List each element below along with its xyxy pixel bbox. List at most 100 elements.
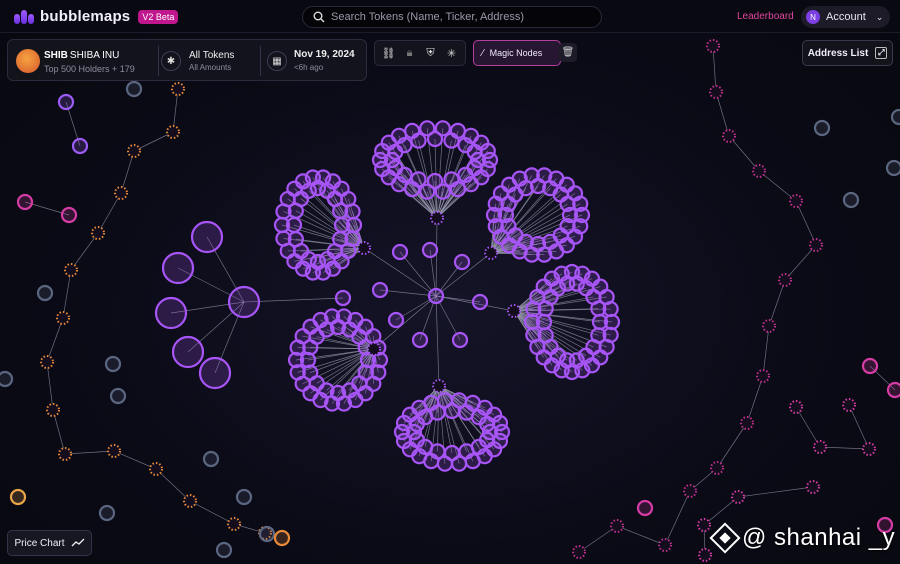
wallet-bubble[interactable] (484, 246, 498, 260)
trash-icon[interactable]: 🗑︎ (559, 43, 577, 62)
wallet-bubble[interactable] (809, 238, 823, 252)
wallet-bubble[interactable] (46, 403, 60, 417)
wallet-bubble[interactable] (426, 130, 444, 148)
wallet-bubble[interactable] (227, 517, 241, 531)
wallet-bubble[interactable] (443, 444, 461, 462)
price-chart-button[interactable]: Price Chart (7, 530, 92, 556)
wallet-bubble[interactable] (227, 285, 261, 319)
wallet-bubble[interactable] (36, 284, 54, 302)
snapshot-date[interactable]: Nov 19, 2024 (294, 49, 355, 60)
wallet-bubble[interactable] (171, 82, 185, 96)
wallet-bubble[interactable] (98, 504, 116, 522)
wallet-bubble[interactable] (333, 216, 351, 234)
wallet-bubble[interactable] (64, 263, 78, 277)
shield-icon[interactable]: ⛨ (423, 47, 439, 60)
wallet-bubble[interactable] (842, 191, 860, 209)
wallet-bubble[interactable] (287, 231, 304, 248)
wallet-bubble[interactable] (357, 241, 371, 255)
wallet-bubble[interactable] (862, 442, 876, 456)
wallet-bubble[interactable] (198, 356, 232, 390)
wallet-bubble[interactable] (890, 108, 900, 126)
wallet-bubble[interactable] (258, 525, 276, 543)
wallet-bubble[interactable] (756, 369, 770, 383)
wallet-bubble[interactable] (842, 398, 856, 412)
wallet-bubble[interactable] (507, 304, 521, 318)
wallet-bubble[interactable] (367, 342, 381, 356)
leaderboard-link[interactable]: Leaderboard (737, 11, 794, 22)
wallet-bubble[interactable] (127, 144, 141, 158)
wallet-bubble[interactable] (371, 281, 389, 299)
magic-nodes-button[interactable]: ⁄ Magic Nodes (473, 40, 561, 66)
lock-icon[interactable]: 🔒︎ (402, 47, 418, 60)
wallet-bubble[interactable] (789, 194, 803, 208)
wallet-bubble[interactable] (40, 355, 54, 369)
wallet-bubble[interactable] (861, 357, 879, 375)
wallet-bubble[interactable] (658, 538, 672, 552)
wallet-bubble[interactable] (57, 93, 75, 111)
wallet-bubble[interactable] (432, 379, 446, 393)
wallet-bubble[interactable] (559, 195, 576, 213)
wallet-bubble[interactable] (706, 39, 720, 53)
wallet-bubble[interactable] (740, 416, 754, 430)
wallet-bubble[interactable] (387, 311, 405, 329)
wallet-bubble[interactable] (457, 166, 474, 183)
wallet-bubble[interactable] (104, 355, 122, 373)
wallet-bubble[interactable] (610, 519, 624, 533)
wallet-bubble[interactable] (109, 387, 127, 405)
wallet-bubble[interactable] (396, 137, 413, 154)
holders-count[interactable]: Top 500 Holders + 179 (44, 64, 135, 74)
wallet-bubble[interactable] (273, 529, 291, 547)
wallet-bubble[interactable] (125, 80, 143, 98)
wallet-bubble[interactable] (411, 331, 429, 349)
wallet-bubble[interactable] (332, 202, 349, 219)
wallet-bubble[interactable] (56, 311, 70, 325)
link-icon[interactable]: ⛓ (381, 47, 397, 60)
wallet-bubble[interactable] (183, 494, 197, 508)
cluster-icon[interactable]: ✳ (444, 47, 460, 60)
wallet-bubble[interactable] (285, 216, 303, 234)
wallet-bubble[interactable] (154, 296, 188, 330)
filter-title[interactable]: All Tokens (189, 50, 234, 61)
wallet-bubble[interactable] (235, 488, 253, 506)
wallet-bubble[interactable] (91, 226, 105, 240)
wallet-bubble[interactable] (722, 129, 736, 143)
wallet-bubble[interactable] (430, 211, 444, 225)
wallet-bubble[interactable] (453, 253, 471, 271)
search-bar[interactable] (302, 6, 602, 28)
wallet-bubble[interactable] (16, 193, 34, 211)
wallet-bubble[interactable] (636, 499, 654, 517)
wallet-bubble[interactable] (161, 251, 195, 285)
wallet-bubble[interactable] (778, 273, 792, 287)
wallet-bubble[interactable] (683, 484, 697, 498)
wallet-bubble[interactable] (334, 289, 352, 307)
wallet-bubble[interactable] (709, 85, 723, 99)
wallet-bubble[interactable] (813, 119, 831, 137)
wallet-bubble[interactable] (0, 370, 14, 388)
wallet-bubble[interactable] (537, 327, 554, 344)
wallet-bubble[interactable] (421, 241, 439, 259)
wallet-bubble[interactable] (443, 132, 460, 149)
wallet-bubble[interactable] (698, 548, 712, 562)
wallet-bubble[interactable] (813, 440, 827, 454)
wallet-bubble[interactable] (427, 287, 445, 305)
wallet-bubble[interactable] (410, 132, 427, 149)
search-input[interactable] (331, 11, 591, 23)
wallet-bubble[interactable] (410, 171, 427, 188)
wallet-bubble[interactable] (710, 461, 724, 475)
wallet-bubble[interactable] (107, 444, 121, 458)
wallet-bubble[interactable] (697, 518, 711, 532)
wallet-bubble[interactable] (60, 206, 78, 224)
wallet-bubble[interactable] (71, 137, 89, 155)
wallet-bubble[interactable] (443, 402, 461, 420)
wallet-bubble[interactable] (458, 443, 475, 460)
calendar-icon[interactable]: ▦ (267, 51, 287, 71)
wallet-bubble[interactable] (429, 404, 446, 421)
wallet-bubble[interactable] (391, 243, 409, 261)
wallet-bubble[interactable] (886, 381, 900, 399)
wallet-bubble[interactable] (789, 400, 803, 414)
wallet-bubble[interactable] (591, 313, 609, 331)
wallet-bubble[interactable] (9, 488, 27, 506)
app-logo[interactable]: bubblemaps V2 Beta (14, 8, 179, 25)
address-list-button[interactable]: Address List ⤢ (802, 40, 893, 66)
wallet-bubble[interactable] (535, 313, 553, 331)
